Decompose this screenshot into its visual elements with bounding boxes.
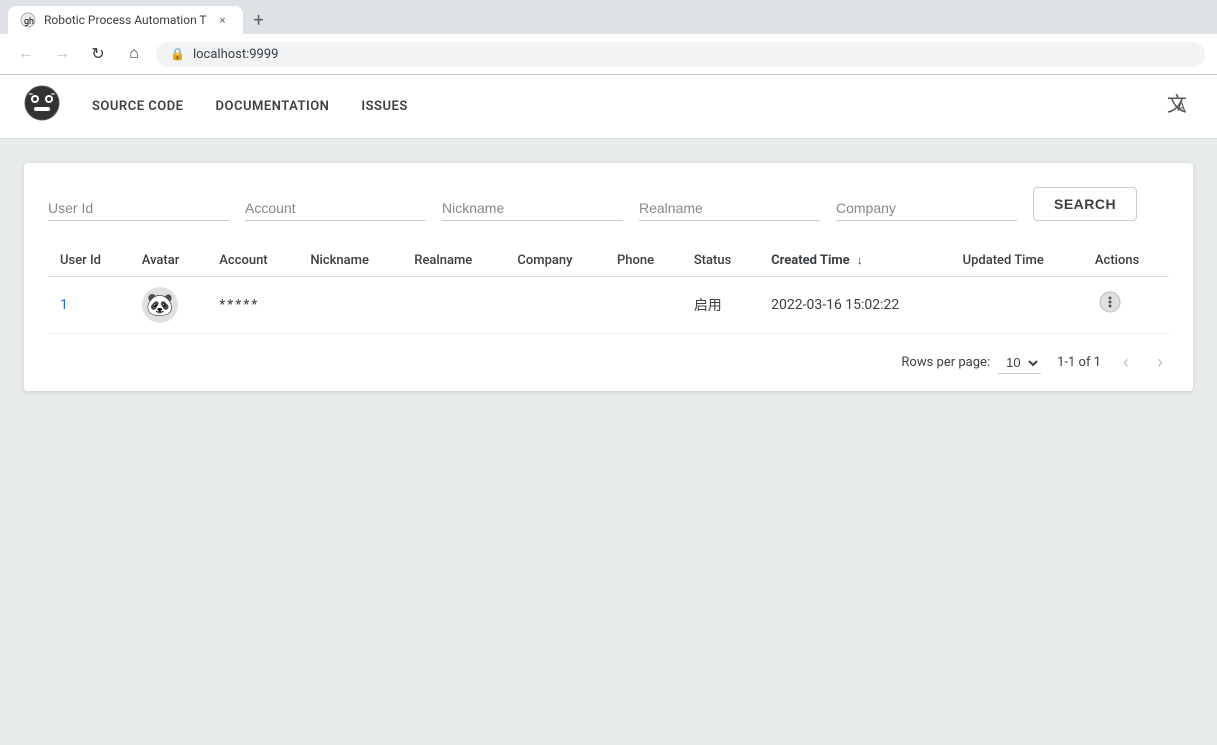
search-button[interactable]: SEARCH (1033, 187, 1137, 221)
row-action-button[interactable] (1095, 287, 1125, 323)
home-button[interactable]: ⌂ (120, 40, 148, 68)
language-switcher-icon[interactable]: 文 A (1167, 91, 1193, 123)
forward-button[interactable]: → (48, 40, 76, 68)
col-realname: Realname (402, 245, 505, 277)
realname-input[interactable] (639, 196, 820, 221)
cell-created-time: 2022-03-16 15:02:22 (759, 277, 950, 334)
main-content: SEARCH User Id Avatar Account Nickname (0, 139, 1217, 415)
cell-user-id: 1 (48, 277, 130, 334)
created-time-value: 2022-03-16 15:02:22 (771, 297, 899, 313)
nav-issues[interactable]: ISSUES (361, 99, 407, 114)
content-card: SEARCH User Id Avatar Account Nickname (24, 163, 1193, 391)
nickname-input[interactable] (442, 196, 623, 221)
cell-status: 启用 (682, 277, 759, 334)
account-value: ***** (219, 297, 259, 313)
user-id-input[interactable] (48, 196, 229, 221)
cell-account: ***** (207, 277, 298, 334)
url-bar[interactable]: 🔒 localhost:9999 (156, 42, 1205, 67)
col-created-time[interactable]: Created Time ↓ (759, 245, 950, 277)
user-id-link[interactable]: 1 (60, 297, 68, 313)
col-status: Status (682, 245, 759, 277)
table-header: User Id Avatar Account Nickname Realname (48, 245, 1169, 277)
cell-nickname (298, 277, 402, 334)
col-user-id: User Id (48, 245, 130, 277)
new-tab-button[interactable]: + (245, 6, 273, 34)
nav-documentation[interactable]: DOCUMENTATION (216, 99, 330, 114)
tab-favicon: gh (20, 12, 36, 28)
refresh-button[interactable]: ↻ (84, 40, 112, 68)
account-filter (245, 196, 426, 221)
back-button[interactable]: ← (12, 40, 40, 68)
cell-avatar: 🐼 (130, 277, 208, 334)
nav-source-code[interactable]: SOURCE CODE (92, 99, 184, 114)
page-size-select[interactable]: 10 25 50 (998, 352, 1041, 374)
user-id-filter (48, 196, 229, 221)
col-nickname: Nickname (298, 245, 402, 277)
cell-phone (605, 277, 682, 334)
url-text: localhost:9999 (193, 47, 279, 62)
address-bar: ← → ↻ ⌂ 🔒 localhost:9999 (0, 34, 1217, 74)
svg-text:A: A (1177, 100, 1186, 115)
lock-icon: 🔒 (170, 47, 185, 61)
app-header: SOURCE CODE DOCUMENTATION ISSUES 文 A (0, 75, 1217, 139)
tab-close-button[interactable]: × (215, 12, 231, 28)
browser-chrome: gh Robotic Process Automation T × + ← → … (0, 0, 1217, 75)
active-tab[interactable]: gh Robotic Process Automation T × (8, 6, 243, 34)
main-nav: SOURCE CODE DOCUMENTATION ISSUES (92, 99, 1167, 114)
svg-text:gh: gh (24, 17, 34, 27)
col-account: Account (207, 245, 298, 277)
sort-arrow-icon: ↓ (857, 253, 863, 267)
search-filters: SEARCH (48, 187, 1169, 221)
rows-per-page: Rows per page: 10 25 50 (901, 352, 1041, 374)
col-avatar: Avatar (130, 245, 208, 277)
col-phone: Phone (605, 245, 682, 277)
users-table: User Id Avatar Account Nickname Realname (48, 245, 1169, 334)
table-body: 1 🐼 ***** (48, 277, 1169, 334)
tab-bar: gh Robotic Process Automation T × + (0, 0, 1217, 34)
table-row: 1 🐼 ***** (48, 277, 1169, 334)
avatar-container: 🐼 (142, 287, 196, 323)
cell-realname (402, 277, 505, 334)
page-info: 1-1 of 1 (1057, 355, 1101, 370)
rows-per-page-label: Rows per page: (901, 355, 990, 370)
nickname-filter (442, 196, 623, 221)
next-page-button[interactable]: › (1151, 350, 1169, 375)
col-company: Company (505, 245, 605, 277)
status-badge: 启用 (694, 298, 722, 314)
account-input[interactable] (245, 196, 426, 221)
app-logo-icon (24, 85, 60, 128)
cell-actions (1083, 277, 1169, 334)
company-input[interactable] (836, 196, 1017, 221)
cell-company (505, 277, 605, 334)
company-filter (836, 196, 1017, 221)
realname-filter (639, 196, 820, 221)
col-actions: Actions (1083, 245, 1169, 277)
col-updated-time: Updated Time (951, 245, 1083, 277)
avatar: 🐼 (142, 287, 178, 323)
tab-title: Robotic Process Automation T (44, 13, 207, 27)
prev-page-button[interactable]: ‹ (1117, 350, 1135, 375)
cell-updated-time (951, 277, 1083, 334)
pagination: Rows per page: 10 25 50 1-1 of 1 ‹ › (48, 350, 1169, 375)
header-row: User Id Avatar Account Nickname Realname (48, 245, 1169, 277)
